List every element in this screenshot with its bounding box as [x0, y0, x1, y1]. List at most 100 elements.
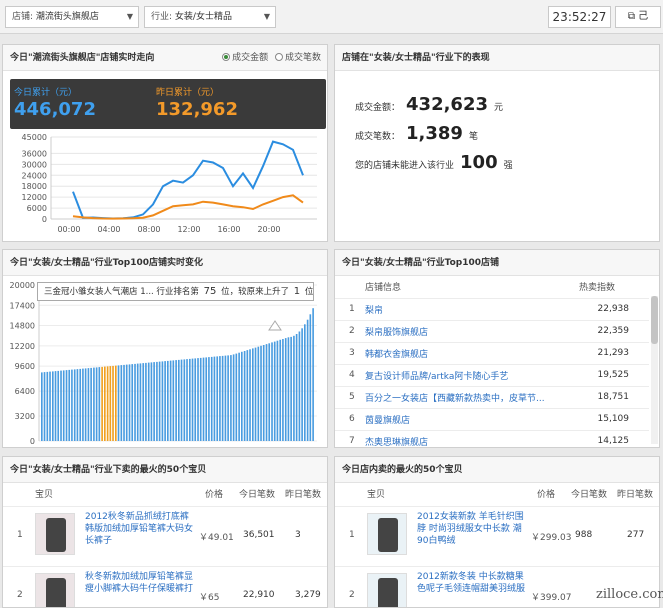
series-line-yesterday: [72, 194, 304, 220]
shop-link[interactable]: 茵曼旗舰店: [365, 407, 579, 430]
bar: [301, 328, 303, 441]
col-price: 价格: [537, 490, 556, 500]
realtime-title: 今日"潮流街头旗舰店"店铺实时走向: [10, 53, 155, 63]
industry-items-header: 今日"女装/女士精品"行业下卖的最火的50个宝贝: [3, 457, 327, 483]
row-rank: 1: [349, 530, 355, 540]
shop-link[interactable]: 杰奥思琳旗舰店: [365, 429, 579, 447]
product-thumbnail[interactable]: [367, 513, 407, 555]
count-value: 1,389: [406, 123, 463, 144]
bar: [298, 331, 301, 441]
product-link[interactable]: 2012秋冬新品抓绒打底裤韩版加绒加厚铅笔裤大码女长裤子: [85, 511, 193, 547]
bar: [54, 371, 57, 441]
bar: [306, 319, 309, 441]
table-header-row: 店铺信息 热卖指数: [335, 276, 649, 298]
product-link[interactable]: 秋冬新款加绒加厚铅笔裤显瘦小脚裤大码牛仔保暖裤打: [85, 571, 193, 595]
bar: [194, 358, 197, 441]
table-row[interactable]: 2 梨帛服饰旗舰店 22,359: [335, 319, 649, 342]
product-thumbnail[interactable]: [367, 573, 407, 607]
radio-count[interactable]: 成交笔数: [274, 53, 321, 63]
store-select[interactable]: 店铺: 潮流街头旗舰店 ▼: [5, 6, 139, 28]
hot-index: 22,359: [579, 319, 649, 342]
bar: [279, 339, 282, 441]
y-tick-label: 24000: [22, 171, 47, 180]
bar: [268, 343, 271, 441]
bar: [71, 369, 73, 441]
bar: [191, 358, 194, 441]
industry-items-title: 今日"女装/女士精品"行业下卖的最火的50个宝贝: [10, 465, 207, 475]
external-link-label: 己: [638, 11, 649, 22]
y-tick-label: 3200: [15, 412, 35, 421]
watermark: zilloce.com: [596, 587, 663, 602]
shop-link[interactable]: 韩都衣舍旗舰店: [365, 341, 579, 364]
product-link[interactable]: 2012新款冬装 中长款糖果色呢子毛领连帽甜美羽绒服: [417, 571, 525, 595]
bar: [52, 371, 54, 441]
col-index: 热卖指数: [579, 283, 616, 294]
bar: [287, 337, 290, 441]
table-row[interactable]: 1 梨帛 22,938: [335, 297, 649, 320]
row-rank: 2: [17, 590, 23, 600]
product-price: ￥399.07: [531, 593, 572, 603]
bar: [73, 369, 76, 441]
bar: [257, 346, 260, 441]
bar: [273, 341, 276, 441]
y-tick-label: 14800: [10, 322, 35, 331]
product-row[interactable]: 1 2012女装新款 羊毛针织围脖 时尚羽绒服女中长款 潮 90白鸭绒 ￥299.0…: [335, 506, 659, 566]
bar: [208, 357, 210, 441]
col-shop: 店铺信息: [365, 283, 402, 294]
today-count: 988: [575, 530, 593, 540]
x-tick-label: 20:00: [257, 225, 280, 234]
top100-table: 店铺信息 热卖指数 1 梨帛 22,938 2 梨帛服饰旗舰店 22,359 3 韩都衣舍旗舰…: [335, 276, 649, 447]
product-row[interactable]: 1 2012秋冬新品抓绒打底裤韩版加绒加厚铅笔裤大码女长裤子 ￥49.01 36,50…: [3, 506, 327, 566]
bar: [232, 354, 235, 441]
table-row[interactable]: 7 杰奥思琳旗舰店 14,125: [335, 429, 649, 447]
shop-link[interactable]: 复古设计师品牌/artka阿卡随心手艺: [365, 363, 579, 386]
table-row[interactable]: 6 茵曼旗舰店 15,109: [335, 407, 649, 430]
radio-count-label: 成交笔数: [284, 53, 321, 63]
tooltip-rank-mid: 位，较原来上升了: [221, 287, 290, 297]
bar: [128, 364, 131, 441]
table-row[interactable]: 5 百分之一女装店【西藏新款热卖中，皮草节... 18,751: [335, 385, 649, 408]
industry-select[interactable]: 行业: 女装/女士精品 ▼: [144, 6, 276, 28]
today-total-value: 446,072: [14, 99, 96, 120]
bar: [164, 361, 166, 441]
external-link-button[interactable]: ⧉ 己: [615, 6, 661, 28]
product-thumbnail[interactable]: [35, 513, 75, 555]
row-rank: 7: [335, 429, 365, 447]
hot-index: 22,938: [579, 297, 649, 320]
bar: [68, 369, 71, 441]
tooltip-shop: 三金冠小雏女装人气潮店 1...: [44, 287, 154, 297]
bar: [295, 334, 298, 441]
shop-link[interactable]: 梨帛: [365, 297, 579, 320]
radio-dot: [222, 53, 231, 61]
scrollbar[interactable]: [651, 296, 658, 444]
product-row[interactable]: 2 秋冬新款加绒加厚铅笔裤显瘦小脚裤大码牛仔保暖裤打 ￥65 22,910 3,279: [3, 566, 327, 607]
bar: [150, 362, 153, 441]
today-count: 36,501: [243, 530, 275, 540]
top100-list-title: 今日"女装/女士精品"行业Top100店铺: [342, 258, 500, 268]
top100-change-title: 今日"女装/女士精品"行业Top100店铺实时变化: [10, 258, 204, 268]
amount-stat: 成交金额： 432,623 元: [355, 94, 503, 115]
top100-list-header: 今日"女装/女士精品"行业Top100店铺: [335, 250, 659, 276]
shop-link[interactable]: 梨帛服饰旗舰店: [365, 319, 579, 342]
y-tick-label: 0: [42, 215, 47, 224]
x-tick-label: 04:00: [97, 225, 120, 234]
product-link[interactable]: 2012女装新款 羊毛针织围脖 时尚羽绒服女中长款 潮 90白鸭绒: [417, 511, 525, 547]
top100-list-panel: 今日"女装/女士精品"行业Top100店铺 店铺信息 热卖指数 1 梨帛 22,93…: [334, 249, 660, 448]
bar: [112, 365, 114, 441]
x-tick-label: 00:00: [57, 225, 80, 234]
product-thumbnail[interactable]: [35, 573, 75, 607]
y-tick-label: 12200: [10, 342, 35, 351]
industry-items-panel: 今日"女装/女士精品"行业下卖的最火的50个宝贝 宝贝 价格 今日笔数 昨日笔数…: [2, 456, 328, 608]
bar: [290, 336, 292, 441]
tooltip-up: 1: [293, 286, 301, 297]
radio-amount[interactable]: 成交金额: [222, 53, 268, 63]
scrollbar-thumb[interactable]: [651, 296, 658, 344]
bar: [57, 370, 60, 441]
chevron-down-icon: ▼: [263, 12, 270, 21]
table-row[interactable]: 4 复古设计师品牌/artka阿卡随心手艺 19,525: [335, 363, 649, 386]
shop-link[interactable]: 百分之一女装店【西藏新款热卖中，皮草节...: [365, 385, 579, 408]
bar: [262, 345, 265, 441]
y-tick-label: 20000: [10, 281, 35, 290]
table-row[interactable]: 3 韩都衣舍旗舰店 21,293: [335, 341, 649, 364]
bar: [197, 358, 199, 441]
